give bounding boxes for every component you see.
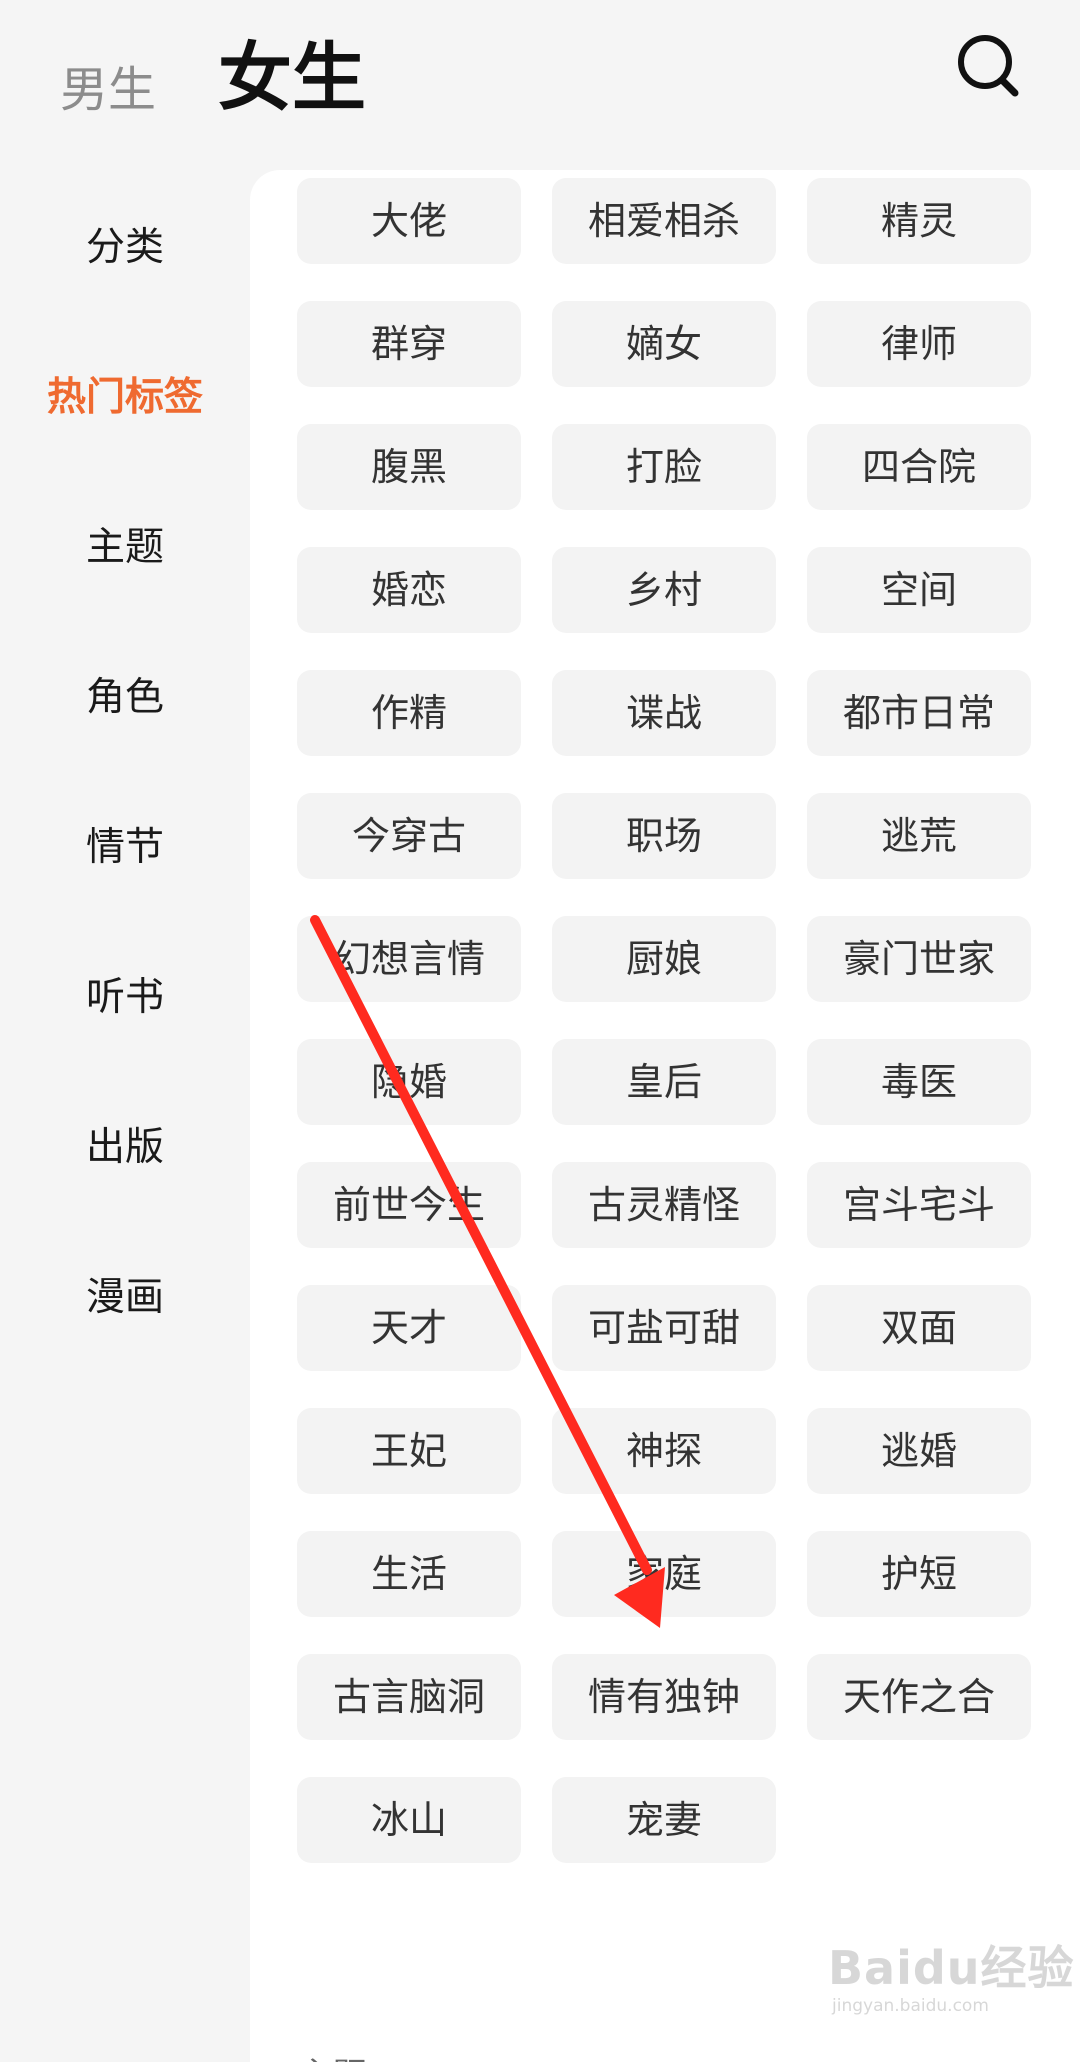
tag-chip[interactable]: 律师 <box>807 301 1031 387</box>
tag-chip[interactable]: 乡村 <box>552 547 776 633</box>
tag-chip[interactable]: 厨娘 <box>552 916 776 1002</box>
sidebar-item-category[interactable]: 分类 <box>0 208 250 288</box>
tag-chip[interactable]: 腹黑 <box>297 424 521 510</box>
tag-chip[interactable]: 双面 <box>807 1285 1031 1371</box>
tag-chip[interactable]: 四合院 <box>807 424 1031 510</box>
sidebar-item-theme[interactable]: 主题 <box>0 508 250 588</box>
sidebar-item-comics[interactable]: 漫画 <box>0 1258 250 1338</box>
tag-chip[interactable]: 护短 <box>807 1531 1031 1617</box>
sidebar-item-audiobook[interactable]: 听书 <box>0 958 250 1038</box>
tag-chip[interactable]: 群穿 <box>297 301 521 387</box>
tag-chip[interactable]: 幻想言情 <box>297 916 521 1002</box>
tag-chip[interactable]: 古言脑洞 <box>297 1654 521 1740</box>
tag-chip[interactable]: 生活 <box>297 1531 521 1617</box>
tag-chip[interactable]: 相爱相杀 <box>552 178 776 264</box>
tag-chip[interactable]: 逃婚 <box>807 1408 1031 1494</box>
tag-chip[interactable]: 豪门世家 <box>807 916 1031 1002</box>
tag-chip[interactable]: 大佬 <box>297 178 521 264</box>
tag-chip[interactable]: 谍战 <box>552 670 776 756</box>
tag-chip[interactable]: 前世今生 <box>297 1162 521 1248</box>
sidebar-item-hot-tags[interactable]: 热门标签 <box>0 358 250 438</box>
tag-chip[interactable]: 情有独钟 <box>552 1654 776 1740</box>
sidebar-item-plot[interactable]: 情节 <box>0 808 250 888</box>
tag-chip[interactable]: 宫斗宅斗 <box>807 1162 1031 1248</box>
tag-chip[interactable]: 婚恋 <box>297 547 521 633</box>
tag-chip[interactable]: 宠妻 <box>552 1777 776 1863</box>
search-button[interactable] <box>955 30 1025 100</box>
search-icon <box>958 35 1019 97</box>
sidebar-item-role[interactable]: 角色 <box>0 658 250 738</box>
tag-chip[interactable]: 皇后 <box>552 1039 776 1125</box>
tag-chip[interactable]: 天才 <box>297 1285 521 1371</box>
tag-chip[interactable]: 家庭 <box>552 1531 776 1617</box>
tag-chip[interactable]: 空间 <box>807 547 1031 633</box>
tag-chip[interactable]: 毒医 <box>807 1039 1031 1125</box>
tag-chip[interactable]: 神探 <box>552 1408 776 1494</box>
tag-chip[interactable]: 都市日常 <box>807 670 1031 756</box>
tag-chip[interactable]: 打脸 <box>552 424 776 510</box>
sidebar-item-publishing[interactable]: 出版 <box>0 1108 250 1188</box>
tag-chip[interactable]: 今穿古 <box>297 793 521 879</box>
tag-chip[interactable]: 可盐可甜 <box>552 1285 776 1371</box>
tab-male[interactable]: 男生 <box>60 55 156 125</box>
tag-chip[interactable]: 嫡女 <box>552 301 776 387</box>
tag-chip[interactable]: 职场 <box>552 793 776 879</box>
tag-chip[interactable]: 逃荒 <box>807 793 1031 879</box>
tab-female[interactable]: 女生 <box>218 33 366 123</box>
tag-chip[interactable]: 王妃 <box>297 1408 521 1494</box>
tag-chip[interactable]: 隐婚 <box>297 1039 521 1125</box>
top-header: 男生 女生 <box>0 0 1080 165</box>
tag-chip[interactable]: 精灵 <box>807 178 1031 264</box>
tag-chip[interactable]: 天作之合 <box>807 1654 1031 1740</box>
section-heading-theme: 主题 <box>298 2048 366 2062</box>
tag-chip[interactable]: 冰山 <box>297 1777 521 1863</box>
hot-tags-panel: 皇叔抗战谍战医术大佬相爱相杀精灵群穿嫡女律师腹黑打脸四合院婚恋乡村空间作精谍战都… <box>250 170 1080 2062</box>
tag-chip[interactable]: 古灵精怪 <box>552 1162 776 1248</box>
tag-chip[interactable]: 作精 <box>297 670 521 756</box>
category-sidebar: 分类 热门标签 主题 角色 情节 听书 出版 漫画 <box>0 165 250 2062</box>
